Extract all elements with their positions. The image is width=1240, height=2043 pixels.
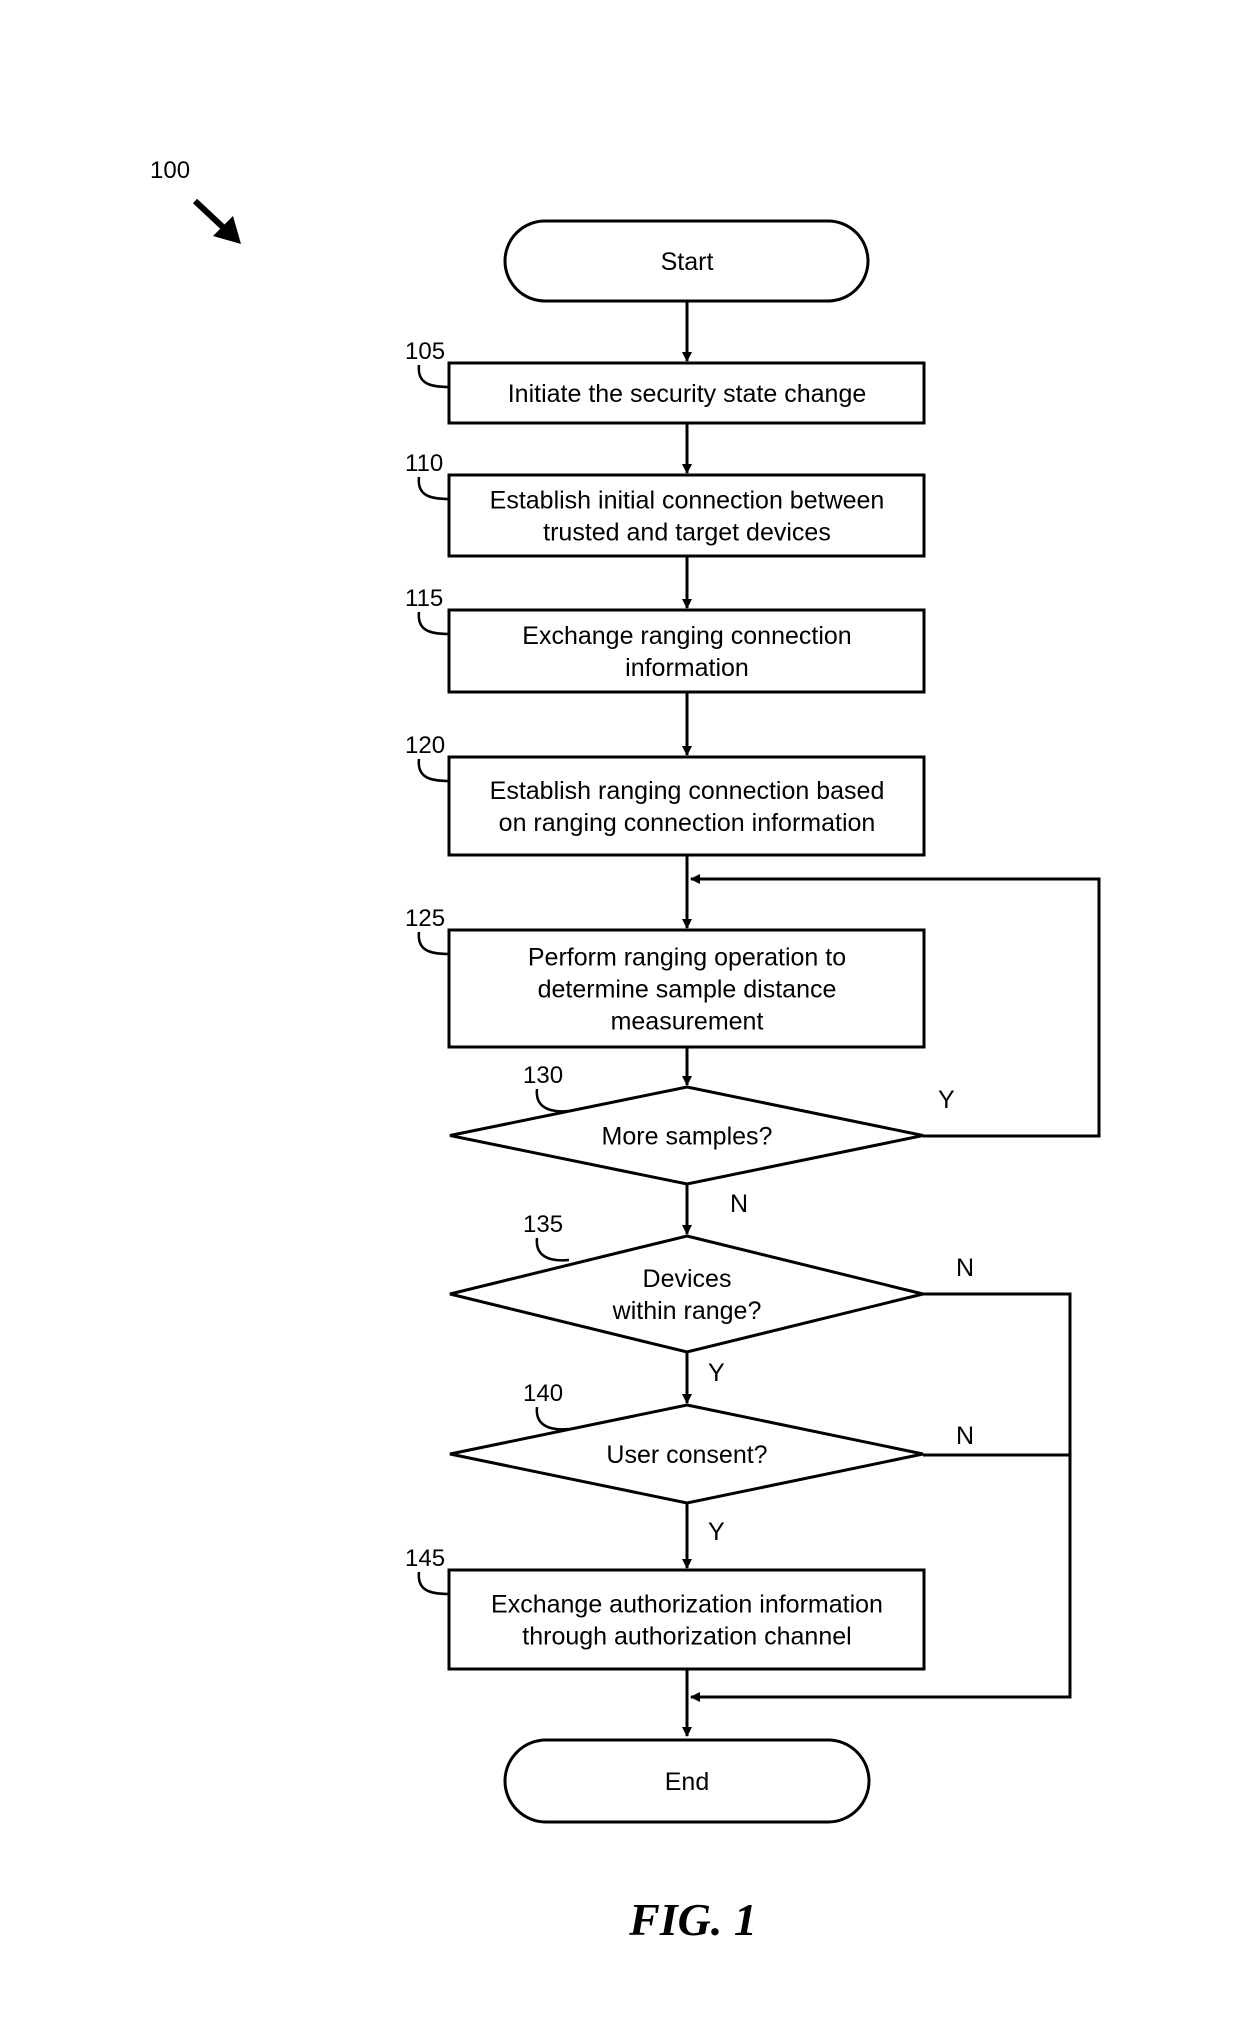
decision-text: within range?: [612, 1297, 762, 1325]
figure-caption: FIG. 1: [628, 1894, 757, 1945]
flowchart: 100 Start Initiate the security state ch…: [150, 157, 1101, 1945]
process-step-105: Initiate the security state change 105: [405, 338, 926, 425]
process-step-text: information: [625, 654, 749, 682]
process-step-text: Establish initial connection between: [490, 487, 885, 515]
process-step-text: Exchange authorization information: [491, 1591, 883, 1619]
process-step-145: Exchange authorization information throug…: [405, 1545, 926, 1671]
ref-leader-line: [417, 364, 450, 389]
process-step-120: Establish ranging connection based on ran…: [405, 732, 926, 857]
decision-140-no-label: N: [956, 1422, 974, 1450]
decisions-layer: More samples? 130 Devices within range? 135 U…: [449, 1062, 924, 1505]
decision-diamond: [449, 1234, 924, 1354]
ref-leader-line: [417, 611, 450, 636]
decision-135-no-label: N: [956, 1254, 974, 1282]
figure-pointer-arrow-icon: [192, 198, 241, 244]
decision-text: Devices: [643, 1265, 732, 1293]
process-step-text: on ranging connection information: [499, 809, 876, 837]
decision-130-yes-label: Y: [938, 1086, 955, 1114]
step-ref-145: 145: [405, 1545, 450, 1596]
step-ref-110: 110: [405, 450, 450, 501]
process-step-110: Establish initial connection between trus…: [405, 450, 926, 558]
end-terminal: End: [503, 1738, 871, 1824]
decision-ref-number: 135: [523, 1211, 563, 1238]
process-step-text: trusted and target devices: [543, 519, 831, 547]
ref-leader-line: [417, 931, 450, 956]
decision-text: User consent?: [606, 1441, 767, 1469]
start-terminal: Start: [503, 219, 870, 303]
process-step-115: Exchange ranging connection information 11…: [405, 585, 926, 694]
process-box: [447, 755, 926, 857]
step-ref-115: 115: [405, 585, 450, 636]
ref-leader-line: [535, 1237, 570, 1262]
step-ref-105: 105: [405, 338, 450, 389]
step-ref-number: 125: [405, 905, 445, 932]
process-step-text: Perform ranging operation to: [528, 944, 846, 972]
step-ref-125: 125: [405, 905, 450, 956]
decision-ref-number: 130: [523, 1062, 563, 1089]
process-box: [447, 1568, 926, 1671]
ref-leader-line: [535, 1406, 570, 1431]
end-label: End: [665, 1768, 709, 1796]
step-ref-number: 105: [405, 338, 445, 365]
decision-135-yes-label: Y: [708, 1359, 725, 1387]
figure-ref-number: 100: [150, 157, 190, 184]
decision-130-no-label: N: [730, 1190, 748, 1218]
ref-leader-line: [417, 758, 450, 783]
decision-140-yes-label: Y: [708, 1518, 725, 1546]
ref-leader-line: [417, 476, 450, 501]
step-ref-number: 110: [405, 450, 443, 477]
step-ref-number: 145: [405, 1545, 445, 1572]
ref-leader-line: [535, 1088, 570, 1113]
decision-text: More samples?: [602, 1123, 773, 1151]
step-ref-120: 120: [405, 732, 450, 783]
ref-leader-line: [417, 1571, 450, 1596]
start-label: Start: [661, 248, 714, 276]
step-ref-number: 120: [405, 732, 445, 759]
process-step-text: measurement: [611, 1008, 764, 1036]
step-ref-number: 115: [405, 585, 443, 612]
process-step-text: through authorization channel: [522, 1623, 851, 1651]
process-step-125: Perform ranging operation to determine sa…: [405, 905, 926, 1049]
process-step-text: Initiate the security state change: [508, 380, 867, 408]
process-step-text: Exchange ranging connection: [522, 622, 851, 650]
process-step-text: determine sample distance: [538, 976, 837, 1004]
decision-ref-number: 140: [523, 1380, 563, 1407]
process-step-text: Establish ranging connection based: [490, 777, 885, 805]
